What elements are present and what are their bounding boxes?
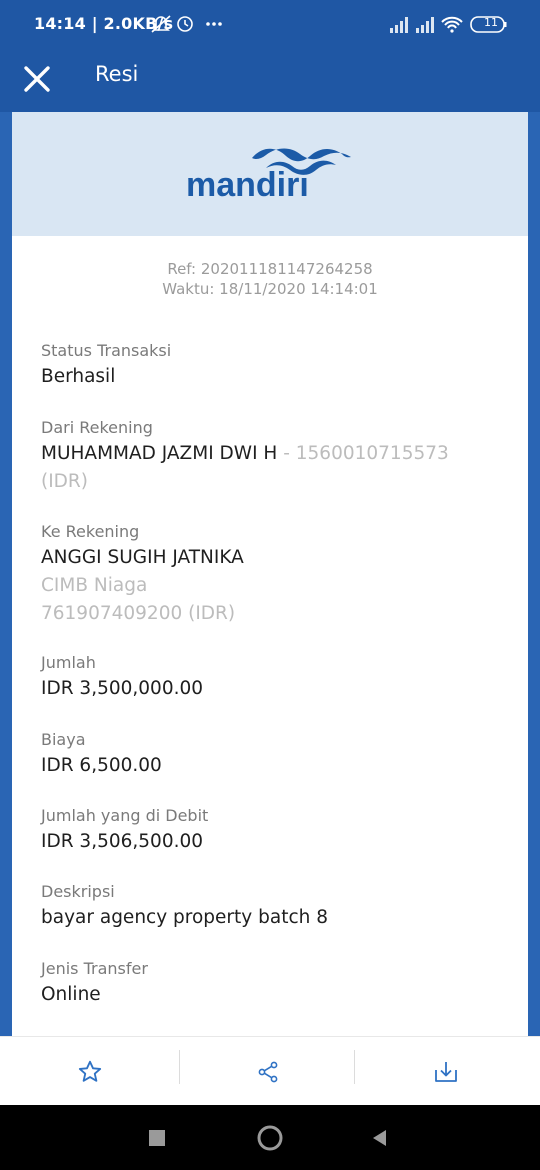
to-account-name: ANGGI SUGIH JATNIKA	[41, 547, 244, 568]
favorite-button[interactable]	[0, 1037, 180, 1106]
fee-label: Biaya	[41, 730, 86, 749]
description-field: Deskripsi bayar agency property batch 8	[41, 880, 511, 932]
amount-value: IDR 3,500,000.00	[41, 678, 204, 699]
signal-icon	[390, 17, 408, 33]
description-label: Deskripsi	[41, 882, 115, 901]
amount-field: Jumlah IDR 3,500,000.00	[41, 651, 511, 703]
fee-field: Biaya IDR 6,500.00	[41, 728, 511, 780]
reference-number: Ref: 202011181147264258	[167, 260, 373, 278]
from-account-label: Dari Rekening	[41, 418, 153, 437]
fee-value: IDR 6,500.00	[41, 755, 162, 776]
to-account-number: 761907409200 (IDR)	[41, 603, 236, 624]
transfer-type-label: Jenis Transfer	[41, 959, 148, 978]
page-title: Resi	[95, 62, 139, 86]
back-triangle-icon	[373, 1130, 386, 1146]
top-bar: 14:14 | 2.0KB/s 11 Resi	[0, 0, 540, 112]
from-account-value: MUHAMMAD JAZMI DWI H - 1560010715573 (ID…	[41, 440, 511, 496]
transfer-type-field: Jenis Transfer Online	[41, 957, 511, 1009]
mandiri-logo: mandiri	[186, 148, 356, 208]
home-circle-icon	[257, 1125, 283, 1151]
download-button[interactable]	[356, 1037, 536, 1106]
home-button[interactable]	[253, 1121, 287, 1155]
right-border	[528, 112, 540, 1036]
left-border	[0, 112, 12, 1036]
debit-value: IDR 3,506,500.00	[41, 831, 204, 852]
status-right-icons: 11	[390, 13, 510, 39]
star-icon	[78, 1060, 102, 1082]
debit-label: Jumlah yang di Debit	[41, 806, 209, 825]
debit-field: Jumlah yang di Debit IDR 3,506,500.00	[41, 804, 511, 856]
status-left-icons	[150, 13, 222, 39]
navigation-bar	[0, 1105, 540, 1170]
to-account-field: Ke Rekening ANGGI SUGIH JATNIKA CIMB Nia…	[41, 520, 511, 628]
share-icon	[258, 1061, 278, 1082]
close-button[interactable]	[16, 58, 58, 100]
share-button[interactable]	[178, 1037, 358, 1106]
from-account-name: MUHAMMAD JAZMI DWI H	[41, 443, 278, 464]
receipt-card: mandiri Ref: 202011181147264258 Waktu: 1…	[12, 112, 528, 1036]
status-field: Status Transaksi Berhasil	[41, 339, 511, 391]
description-value: bayar agency property batch 8	[41, 907, 328, 928]
status-label: Status Transaksi	[41, 341, 172, 360]
back-button[interactable]	[363, 1121, 397, 1155]
mandiri-logo-icon: mandiri	[186, 148, 351, 204]
action-divider	[354, 1050, 355, 1084]
receipt-header: mandiri	[12, 112, 528, 236]
to-account-bank: CIMB Niaga	[41, 575, 148, 596]
from-account-number: - 1560010715573	[277, 443, 449, 464]
recents-square-icon	[149, 1130, 165, 1146]
muted-bell-icon	[151, 15, 222, 33]
transfer-type-value: Online	[41, 984, 101, 1005]
status-bar: 14:14 | 2.0KB/s 11	[0, 0, 540, 48]
app-bar: Resi	[0, 48, 540, 112]
signal-icon	[416, 17, 434, 33]
close-icon	[24, 66, 50, 92]
reference-block: Ref: 202011181147264258 Waktu: 18/11/202…	[12, 259, 528, 299]
download-icon	[435, 1061, 457, 1082]
to-account-label: Ke Rekening	[41, 522, 140, 541]
from-account-field: Dari Rekening MUHAMMAD JAZMI DWI H - 156…	[41, 416, 511, 496]
amount-label: Jumlah	[41, 653, 96, 672]
transaction-time: Waktu: 18/11/2020 14:14:01	[162, 280, 378, 298]
from-account-currency: (IDR)	[41, 471, 88, 492]
wifi-icon	[441, 16, 463, 29]
action-bar	[0, 1036, 540, 1106]
battery-level: 11	[484, 16, 498, 29]
recents-button[interactable]	[140, 1121, 174, 1155]
status-value: Berhasil	[41, 366, 116, 387]
svg-text:mandiri: mandiri	[186, 166, 309, 204]
